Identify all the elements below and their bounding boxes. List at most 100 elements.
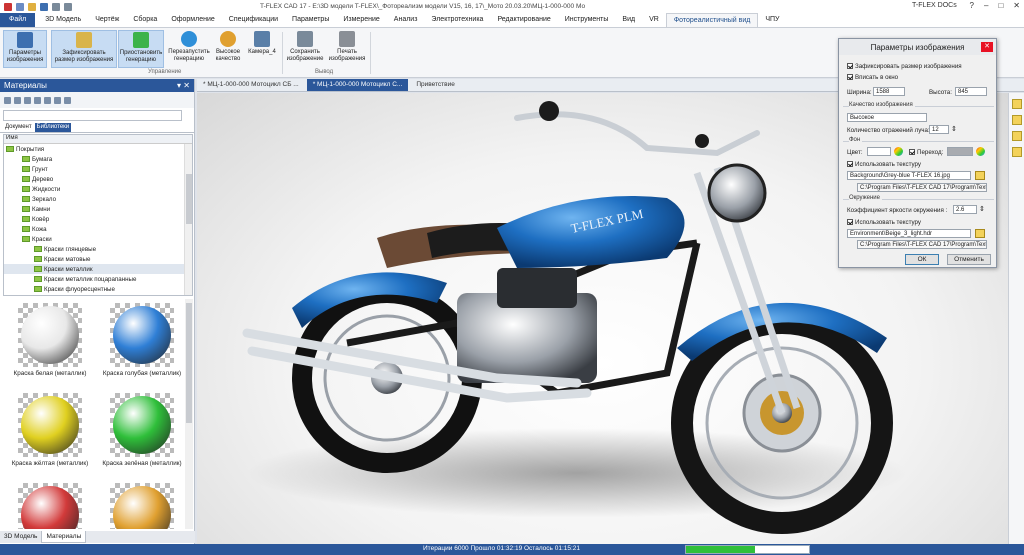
tree-item[interactable]: Краски флуоресцентные	[4, 284, 192, 294]
menu-tab[interactable]: Редактирование	[490, 13, 557, 27]
print-image-button[interactable]: Печать изображения	[326, 30, 368, 68]
menu-tab[interactable]: Анализ	[387, 13, 425, 27]
tab-3d-model[interactable]: 3D Модель	[0, 531, 41, 543]
redo-icon[interactable]	[64, 2, 72, 11]
layers-icon[interactable]	[1011, 131, 1022, 141]
tree-item[interactable]: Жидкости	[4, 184, 192, 194]
tree-item[interactable]: Покрытия	[4, 144, 192, 154]
save-icon[interactable]	[40, 2, 48, 11]
tree-item[interactable]: Бумага	[4, 154, 192, 164]
material-swatch[interactable]: Краска зелёная (металлик)	[97, 393, 187, 467]
gradient-color-swatch[interactable]	[947, 147, 973, 156]
image-params-button[interactable]: Параметры изображения	[3, 30, 47, 68]
width-field[interactable]: 1588	[873, 87, 905, 96]
ok-button[interactable]: ОК	[905, 254, 939, 265]
menu-tab[interactable]: Измерение	[336, 13, 386, 27]
env-texture-name-field[interactable]: Environment\Beige_3_light.hdr	[847, 229, 971, 238]
material-swatch[interactable]: Краска белая (металлик)	[5, 303, 95, 377]
reflections-field[interactable]: 12	[929, 125, 949, 134]
tree-item[interactable]: Краски	[4, 234, 192, 244]
bg-color-swatch[interactable]	[867, 147, 891, 156]
gradient-picker-icon[interactable]	[976, 147, 985, 156]
tree-item[interactable]: Краски металлик поцарапанные	[4, 274, 192, 284]
material-swatch[interactable]: Краска голубая (металлик)	[97, 303, 187, 377]
pause-generation-button[interactable]: Приостановить генерацию	[118, 30, 164, 68]
tab-libraries[interactable]: Библиотеки	[34, 123, 72, 132]
tree-item[interactable]: Кожа	[4, 224, 192, 234]
fit-window-checkbox[interactable]: Вписать в окно	[847, 74, 898, 81]
menu-tab[interactable]: Чертёж	[88, 13, 126, 27]
color-picker-icon[interactable]	[894, 147, 903, 156]
browse-folder-icon[interactable]	[975, 171, 985, 180]
save-image-button[interactable]: Сохранить изображение	[284, 30, 326, 68]
gradient-checkbox[interactable]: Переход:	[909, 149, 943, 156]
menu-tab[interactable]: Электротехника	[424, 13, 490, 27]
material-swatch[interactable]: Краска жёлтая (металлик)	[5, 393, 95, 467]
view-list-icon[interactable]	[44, 96, 51, 104]
document-tab-active[interactable]: * МЦ-1-000-000 Мотоцикл С...	[306, 79, 409, 91]
material-swatch[interactable]	[97, 483, 187, 529]
tab-materials[interactable]: Материалы	[41, 531, 87, 543]
delete-icon[interactable]	[34, 96, 41, 104]
use-texture-bg-checkbox[interactable]: Использовать текстуру	[847, 161, 921, 168]
view-grid-icon[interactable]	[54, 96, 61, 104]
menu-tab[interactable]: Сборка	[126, 13, 164, 27]
notes-icon[interactable]	[1011, 115, 1022, 125]
menu-tab[interactable]: Оформление	[164, 13, 221, 27]
copy-material-icon[interactable]	[14, 96, 21, 104]
use-texture-env-checkbox[interactable]: Использовать текстуру	[847, 219, 921, 226]
document-tab-welcome[interactable]: Приветствие	[410, 79, 461, 91]
folder-icon[interactable]	[24, 96, 31, 104]
docs-brand[interactable]: T-FLEX DOCs	[912, 2, 957, 9]
material-swatch[interactable]	[5, 483, 95, 529]
tree-item[interactable]: Камни	[4, 204, 192, 214]
menu-tab[interactable]: Инструменты	[558, 13, 616, 27]
undo-icon[interactable]	[52, 2, 60, 11]
document-tab[interactable]: * МЦ-1-000-000 Мотоцикл СБ ...	[197, 79, 305, 91]
panel-options-icon[interactable]: ▾ ✕	[177, 81, 190, 90]
tree-item[interactable]: Зеркало	[4, 194, 192, 204]
restart-generation-button[interactable]: Перезапустить генерацию	[166, 30, 212, 68]
browse-folder-icon[interactable]	[975, 229, 985, 238]
tree-item[interactable]: Грунт	[4, 164, 192, 174]
new-icon[interactable]	[16, 2, 24, 11]
minimize-button[interactable]: –	[984, 1, 988, 10]
tree-item[interactable]: Краски металлик	[4, 264, 192, 274]
tree-item[interactable]: Дерево	[4, 174, 192, 184]
settings-icon[interactable]	[1011, 147, 1022, 157]
open-icon[interactable]	[28, 2, 36, 11]
cancel-button[interactable]: Отменить	[947, 254, 991, 265]
lock-size-button[interactable]: Зафиксировать размер изображения	[51, 30, 117, 68]
menu-tab[interactable]: VR	[642, 13, 666, 27]
height-field[interactable]: 845	[955, 87, 987, 96]
add-material-icon[interactable]	[4, 96, 11, 104]
env-brightness-field[interactable]: 2.6	[953, 205, 977, 214]
reflections-spinner[interactable]: ⇕	[951, 125, 957, 133]
menu-tab[interactable]: 3D Модель	[38, 13, 88, 27]
close-button[interactable]: ✕	[1013, 1, 1020, 10]
tab-document[interactable]: Документ	[3, 123, 34, 132]
app-icon[interactable]	[4, 2, 12, 11]
help-button[interactable]: ?	[970, 1, 974, 10]
apply-material-icon[interactable]	[64, 96, 71, 104]
menu-tab[interactable]: Файл	[0, 13, 36, 27]
dialog-close-button[interactable]: ✕	[981, 42, 993, 52]
high-quality-button[interactable]: Высокое качество	[212, 30, 244, 68]
bg-texture-name-field[interactable]: Background\Grey-blue T-FLEX 16.jpg	[847, 171, 971, 180]
materials-search-input[interactable]	[3, 110, 182, 121]
tree-item[interactable]: Краски матовые	[4, 254, 192, 264]
properties-icon[interactable]	[1011, 99, 1022, 109]
fix-size-checkbox[interactable]: Зафиксировать размер изображения	[847, 63, 962, 70]
env-brightness-spinner[interactable]: ⇕	[979, 205, 985, 213]
menu-tab[interactable]: Вид	[615, 13, 642, 27]
menu-tab[interactable]: Фотореалистичный вид	[665, 13, 759, 27]
menu-tab[interactable]: Параметры	[285, 13, 336, 27]
menu-tab[interactable]: Спецификации	[222, 13, 285, 27]
camera-button[interactable]: Камера_4	[246, 30, 278, 68]
tree-item[interactable]: Краски глянцевые	[4, 244, 192, 254]
menu-tab[interactable]: ЧПУ	[758, 13, 786, 27]
tree-item[interactable]: Ковёр	[4, 214, 192, 224]
quality-select[interactable]: Высокое	[847, 113, 927, 122]
tree-scrollbar[interactable]	[184, 144, 192, 295]
maximize-button[interactable]: □	[998, 1, 1003, 10]
